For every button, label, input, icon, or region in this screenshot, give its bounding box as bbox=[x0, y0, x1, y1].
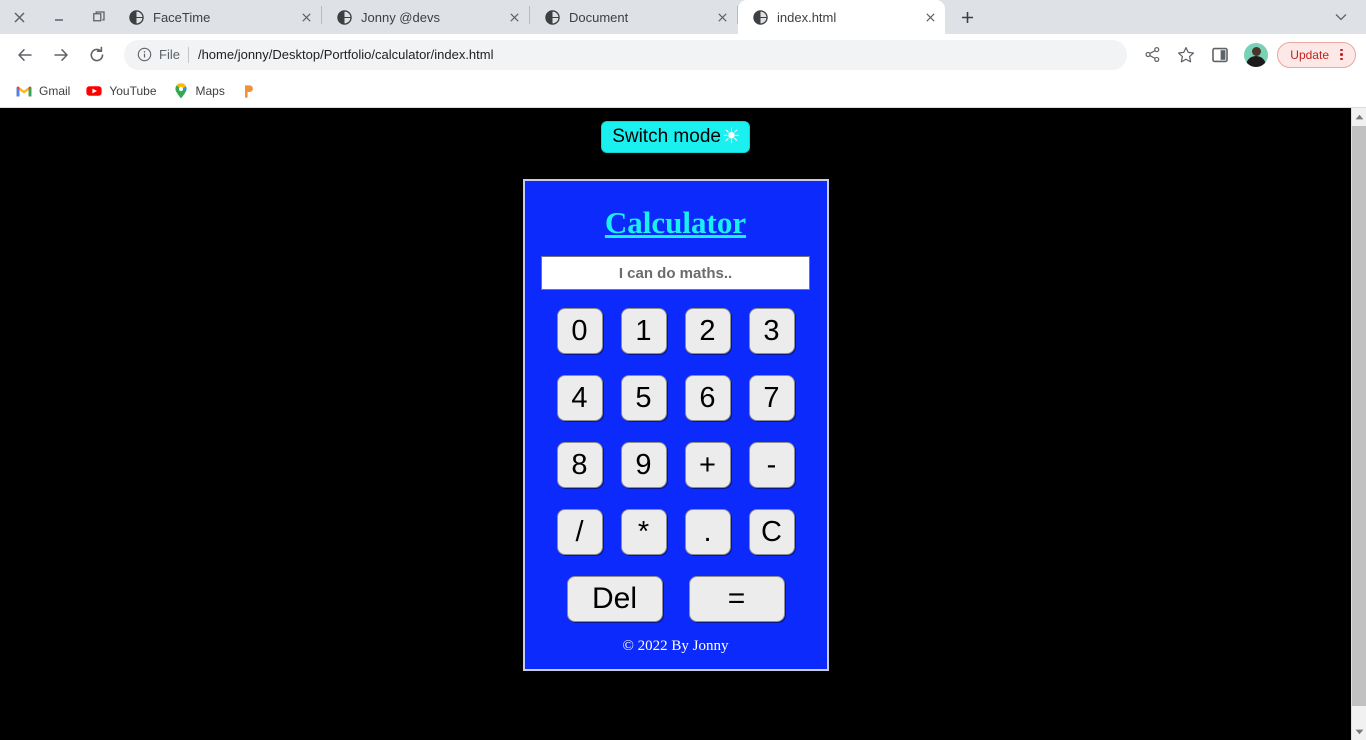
tab-strip-right bbox=[1328, 0, 1366, 34]
keypad-row-2: 4 5 6 7 bbox=[525, 375, 827, 422]
key-0[interactable]: 0 bbox=[556, 308, 603, 355]
tab-title: FaceTime bbox=[153, 9, 211, 25]
key-6[interactable]: 6 bbox=[684, 375, 731, 422]
url-text[interactable]: /home/jonny/Desktop/Portfolio/calculator… bbox=[198, 47, 494, 62]
side-panel-icon[interactable] bbox=[1206, 41, 1234, 69]
bookmark-label: YouTube bbox=[109, 84, 157, 98]
key-9[interactable]: 9 bbox=[620, 442, 667, 489]
keypad-row-3: 8 9 + - bbox=[525, 442, 827, 489]
tab-document[interactable]: Document bbox=[530, 0, 737, 34]
bookmark-youtube[interactable]: YouTube bbox=[78, 79, 164, 103]
tab-facetime[interactable]: FaceTime bbox=[114, 0, 321, 34]
reload-button[interactable] bbox=[82, 40, 112, 70]
browser-toolbar: File /home/jonny/Desktop/Portfolio/calcu… bbox=[0, 34, 1366, 75]
globe-icon bbox=[336, 9, 352, 25]
youtube-icon bbox=[86, 83, 102, 99]
forward-button[interactable] bbox=[46, 40, 76, 70]
key-delete[interactable]: Del bbox=[566, 576, 663, 623]
avatar-head bbox=[1251, 46, 1261, 56]
avatar[interactable] bbox=[1244, 42, 1269, 67]
bookmark-maps[interactable]: Maps bbox=[165, 79, 233, 103]
globe-icon bbox=[544, 9, 560, 25]
key-clear[interactable]: C bbox=[748, 509, 795, 556]
key-5[interactable]: 5 bbox=[620, 375, 667, 422]
switch-mode-container: Switch mode ☀ bbox=[0, 108, 1351, 153]
key-divide[interactable]: / bbox=[556, 509, 603, 556]
url-scheme-label: File bbox=[159, 47, 180, 62]
web-page: Switch mode ☀ Calculator I can do maths.… bbox=[0, 108, 1351, 740]
new-tab-button[interactable] bbox=[953, 3, 981, 31]
site-info-icon[interactable] bbox=[136, 47, 152, 63]
three-dot-menu-icon[interactable] bbox=[1335, 48, 1351, 61]
calculator-display-placeholder: I can do maths.. bbox=[618, 264, 733, 282]
bookmarks-bar: Gmail YouTube Maps bbox=[0, 75, 1366, 108]
switch-mode-button[interactable]: Switch mode ☀ bbox=[601, 121, 750, 153]
update-button-label: Update bbox=[1290, 47, 1329, 62]
page-title: Calculator bbox=[604, 205, 747, 240]
minimize-window-button[interactable] bbox=[48, 6, 70, 28]
bookmark-orange[interactable] bbox=[233, 79, 272, 103]
key-minus[interactable]: - bbox=[748, 442, 795, 489]
scroll-down-arrow-icon[interactable] bbox=[1352, 723, 1366, 740]
tab-jonny-devs[interactable]: Jonny @devs bbox=[322, 0, 529, 34]
orange-bookmark-icon bbox=[241, 83, 257, 99]
close-window-button[interactable] bbox=[8, 6, 30, 28]
tab-title: index.html bbox=[777, 9, 837, 25]
globe-icon bbox=[752, 9, 768, 25]
scrollbar-thumb[interactable] bbox=[1352, 126, 1366, 706]
omnibox-divider bbox=[187, 46, 189, 63]
keypad-row-1: 0 1 2 3 bbox=[525, 308, 827, 355]
tab-title: Jonny @devs bbox=[361, 9, 440, 25]
key-plus[interactable]: + bbox=[684, 442, 731, 489]
maps-pin-icon bbox=[173, 83, 189, 99]
key-decimal[interactable]: . bbox=[684, 509, 731, 556]
avatar-body bbox=[1246, 55, 1267, 67]
globe-icon bbox=[128, 9, 144, 25]
page-viewport: Switch mode ☀ Calculator I can do maths.… bbox=[0, 108, 1366, 740]
calculator-panel: Calculator I can do maths.. 0 1 2 3 4 5 … bbox=[522, 179, 829, 672]
back-button[interactable] bbox=[10, 40, 40, 70]
key-2[interactable]: 2 bbox=[684, 308, 731, 355]
close-tab-button[interactable] bbox=[297, 8, 315, 26]
tab-search-chevron-down-icon[interactable] bbox=[1328, 4, 1354, 30]
keypad-row-actions: Del = bbox=[525, 576, 827, 623]
share-icon[interactable] bbox=[1138, 41, 1166, 69]
key-3[interactable]: 3 bbox=[748, 308, 795, 355]
copyright-footer: © 2022 By Jonny bbox=[622, 638, 729, 655]
sun-icon: ☀ bbox=[721, 125, 741, 148]
address-bar[interactable]: File /home/jonny/Desktop/Portfolio/calcu… bbox=[124, 39, 1128, 70]
keypad-row-4: / * . C bbox=[525, 509, 827, 556]
bookmark-label: Gmail bbox=[39, 84, 71, 98]
tab-title: Document bbox=[569, 9, 629, 25]
calculator-display[interactable]: I can do maths.. bbox=[541, 256, 810, 291]
tab-strip: FaceTime Jonny @devs Document index.html bbox=[0, 0, 1366, 34]
key-8[interactable]: 8 bbox=[556, 442, 603, 489]
update-button[interactable]: Update bbox=[1277, 41, 1356, 68]
close-tab-button[interactable] bbox=[505, 8, 523, 26]
page-scrollbar[interactable] bbox=[1351, 108, 1366, 740]
switch-mode-label: Switch mode bbox=[612, 126, 721, 147]
key-multiply[interactable]: * bbox=[620, 509, 667, 556]
close-tab-button[interactable] bbox=[713, 8, 731, 26]
browser-window: FaceTime Jonny @devs Document index.html… bbox=[0, 0, 1366, 740]
bookmark-label: Maps bbox=[195, 84, 225, 98]
tab-list: FaceTime Jonny @devs Document index.html bbox=[114, 0, 1328, 34]
maximize-window-button[interactable] bbox=[88, 6, 110, 28]
key-1[interactable]: 1 bbox=[620, 308, 667, 355]
tab-index-html[interactable]: index.html bbox=[738, 0, 945, 34]
scroll-up-arrow-icon[interactable] bbox=[1352, 108, 1366, 125]
key-7[interactable]: 7 bbox=[748, 375, 795, 422]
gmail-icon bbox=[16, 83, 32, 99]
key-equals[interactable]: = bbox=[688, 576, 785, 623]
window-controls bbox=[0, 0, 114, 34]
key-4[interactable]: 4 bbox=[556, 375, 603, 422]
bookmark-gmail[interactable]: Gmail bbox=[8, 79, 78, 103]
close-tab-button[interactable] bbox=[921, 8, 939, 26]
star-icon[interactable] bbox=[1172, 41, 1200, 69]
